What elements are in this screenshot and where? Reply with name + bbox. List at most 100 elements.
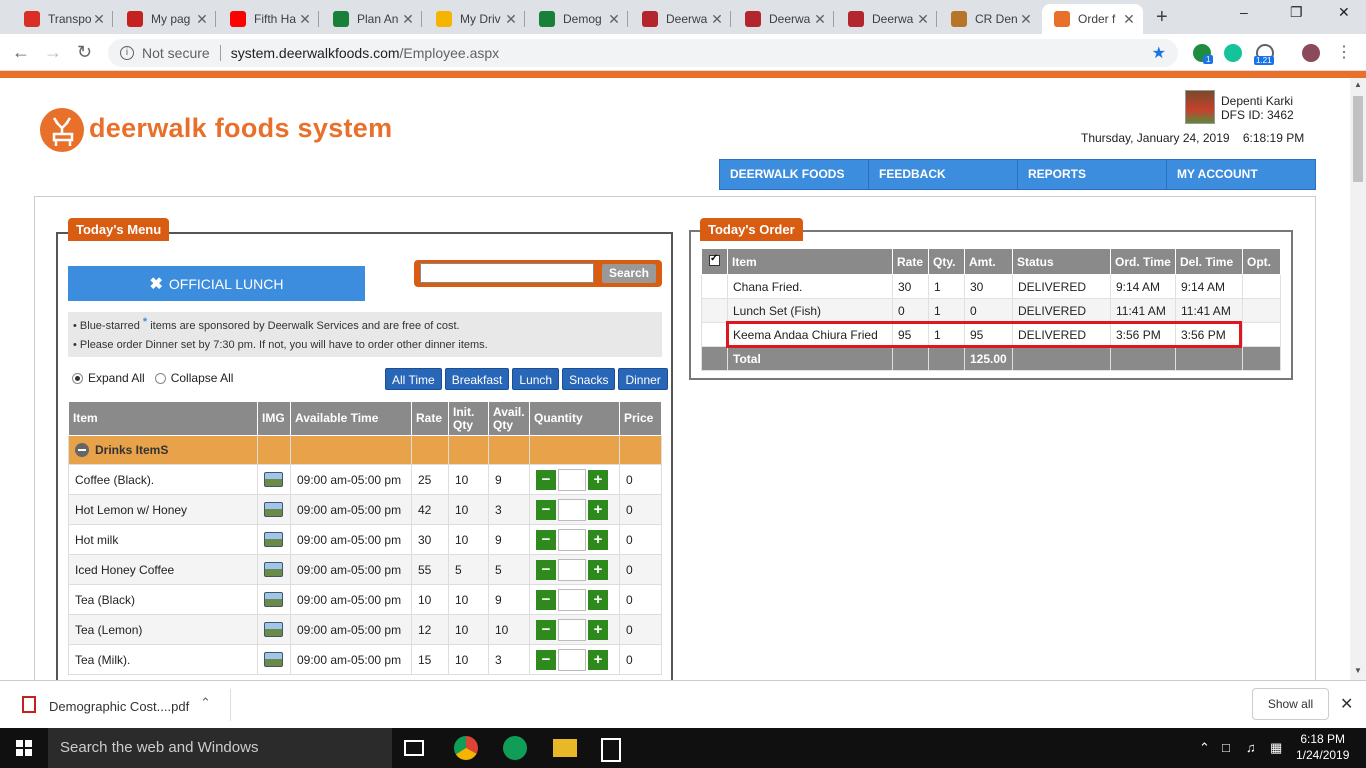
browser-tab[interactable]: Plan An ✕ (321, 4, 422, 34)
expand-all-label[interactable]: Expand All (88, 371, 145, 385)
plus-button[interactable]: + (588, 499, 608, 520)
filter-snacks[interactable]: Snacks (562, 368, 616, 390)
task-view-icon[interactable] (404, 740, 424, 756)
address-bar[interactable]: i Not secure system.deerwalkfoods.com /E… (108, 39, 1178, 67)
menu-search-input[interactable] (420, 263, 594, 283)
taskbar-clock[interactable]: 6:18 PM 1/24/2019 (1296, 731, 1349, 763)
collapse-all-radio[interactable] (154, 372, 166, 384)
close-icon[interactable]: ✕ (400, 11, 416, 28)
bookmark-star-icon[interactable]: ★ (1152, 43, 1166, 63)
browser-tab[interactable]: Deerwa ✕ (630, 4, 731, 34)
quantity-input[interactable] (558, 588, 586, 611)
menu-kebab-icon[interactable]: ⋮ (1336, 42, 1352, 62)
notification-icon[interactable]: ▦ (1270, 740, 1282, 756)
close-icon[interactable]: ✕ (1340, 694, 1353, 714)
plus-button[interactable]: + (588, 469, 608, 490)
minus-button[interactable]: − (536, 469, 556, 490)
network-icon[interactable]: □ (1222, 740, 1230, 755)
plus-button[interactable]: + (588, 589, 608, 610)
close-icon[interactable]: ✕ (503, 11, 519, 28)
browser-tab[interactable]: Order f ✕ (1042, 4, 1143, 34)
nav-deerwalk-foods[interactable]: DEERWALK FOODS (720, 160, 869, 189)
browser-tab[interactable]: Demog ✕ (527, 4, 628, 34)
chevron-up-icon[interactable]: ⌃ (200, 695, 211, 711)
profile-avatar[interactable] (1302, 44, 1320, 62)
close-icon[interactable]: ✕ (194, 11, 210, 28)
chevron-up-icon[interactable]: ⌃ (1199, 740, 1210, 756)
collapse-all-label[interactable]: Collapse All (171, 371, 234, 385)
scroll-up-icon[interactable]: ▲ (1354, 80, 1362, 89)
filter-lunch[interactable]: Lunch (512, 368, 560, 390)
close-icon[interactable]: ✕ (812, 11, 828, 28)
close-icon[interactable]: ✕ (1121, 11, 1137, 28)
official-lunch-button[interactable]: ✖ OFFICIAL LUNCH (68, 266, 365, 301)
plus-button[interactable]: + (588, 619, 608, 640)
filter-breakfast[interactable]: Breakfast (444, 368, 510, 390)
image-icon[interactable] (264, 652, 283, 668)
image-icon[interactable] (264, 562, 283, 578)
image-icon[interactable] (264, 592, 283, 608)
browser-tab[interactable]: Fifth Ha ✕ (218, 4, 319, 34)
hangouts-icon[interactable] (503, 736, 527, 760)
back-icon[interactable]: ← (12, 42, 30, 63)
deer-logo-icon[interactable] (40, 108, 84, 152)
close-icon[interactable]: ✕ (606, 11, 622, 28)
forward-icon[interactable]: → (44, 42, 62, 63)
browser-tab[interactable]: Transpo ✕ (12, 4, 113, 34)
minus-button[interactable]: − (536, 649, 556, 670)
select-all-checkbox[interactable] (709, 253, 720, 266)
browser-tab[interactable]: My pag ✕ (115, 4, 216, 34)
close-icon[interactable]: ✕ (915, 11, 931, 28)
minimize-icon[interactable]: – (1240, 4, 1248, 20)
image-icon[interactable] (264, 532, 283, 548)
volume-icon[interactable]: ♫ (1246, 740, 1256, 755)
expand-all-radio[interactable] (72, 372, 83, 384)
quantity-input[interactable] (558, 498, 586, 521)
filter-dinner[interactable]: Dinner (618, 368, 668, 390)
nav-reports[interactable]: REPORTS (1018, 160, 1167, 189)
windows-start-icon[interactable] (16, 740, 33, 757)
filter-all-time[interactable]: All Time (385, 368, 442, 390)
close-icon[interactable]: ✕ (709, 11, 725, 28)
search-button[interactable]: Search (602, 264, 656, 283)
scroll-down-icon[interactable]: ▼ (1354, 666, 1362, 675)
image-icon[interactable] (264, 622, 283, 638)
minus-button[interactable]: − (536, 559, 556, 580)
browser-tab[interactable]: My Driv ✕ (424, 4, 525, 34)
nav-my-account[interactable]: MY ACCOUNT (1167, 160, 1315, 189)
browser-tab[interactable]: Deerwa ✕ (836, 4, 937, 34)
show-all-button[interactable]: Show all (1252, 688, 1329, 720)
close-icon[interactable]: ✕ (91, 11, 107, 28)
category-row[interactable]: Drinks ItemS (68, 435, 662, 465)
minus-button[interactable]: − (536, 619, 556, 640)
minus-button[interactable]: − (536, 589, 556, 610)
reload-icon[interactable]: ↻ (77, 42, 92, 63)
site-logo-text[interactable]: deerwalk foods system (89, 113, 392, 144)
minus-button[interactable]: − (536, 529, 556, 550)
minus-button[interactable]: − (536, 499, 556, 520)
quantity-input[interactable] (558, 468, 586, 491)
scrollbar-thumb[interactable] (1353, 96, 1363, 182)
plus-button[interactable]: + (588, 559, 608, 580)
file-explorer-icon[interactable] (553, 739, 577, 757)
close-icon[interactable]: ✕ (1018, 11, 1034, 28)
page-scrollbar[interactable]: ▲ ▼ (1350, 78, 1366, 680)
nav-feedback[interactable]: FEEDBACK (869, 160, 1018, 189)
quantity-input[interactable] (558, 618, 586, 641)
close-window-icon[interactable]: ✕ (1338, 4, 1350, 21)
store-icon[interactable] (601, 738, 621, 762)
plus-button[interactable]: + (588, 649, 608, 670)
quantity-input[interactable] (558, 528, 586, 551)
chrome-icon[interactable] (454, 736, 478, 760)
taskbar-search[interactable]: Search the web and Windows (48, 728, 392, 768)
download-filename[interactable]: Demographic Cost....pdf (49, 699, 189, 714)
browser-tab[interactable]: Deerwa ✕ (733, 4, 834, 34)
quantity-input[interactable] (558, 558, 586, 581)
close-icon[interactable]: ✕ (297, 11, 313, 28)
extension-grammarly-icon[interactable] (1224, 44, 1242, 62)
browser-tab[interactable]: CR Den ✕ (939, 4, 1040, 34)
collapse-minus-icon[interactable] (75, 443, 89, 458)
image-icon[interactable] (264, 502, 283, 518)
new-tab-icon[interactable]: + (1156, 6, 1168, 29)
maximize-icon[interactable]: ❐ (1290, 4, 1303, 21)
